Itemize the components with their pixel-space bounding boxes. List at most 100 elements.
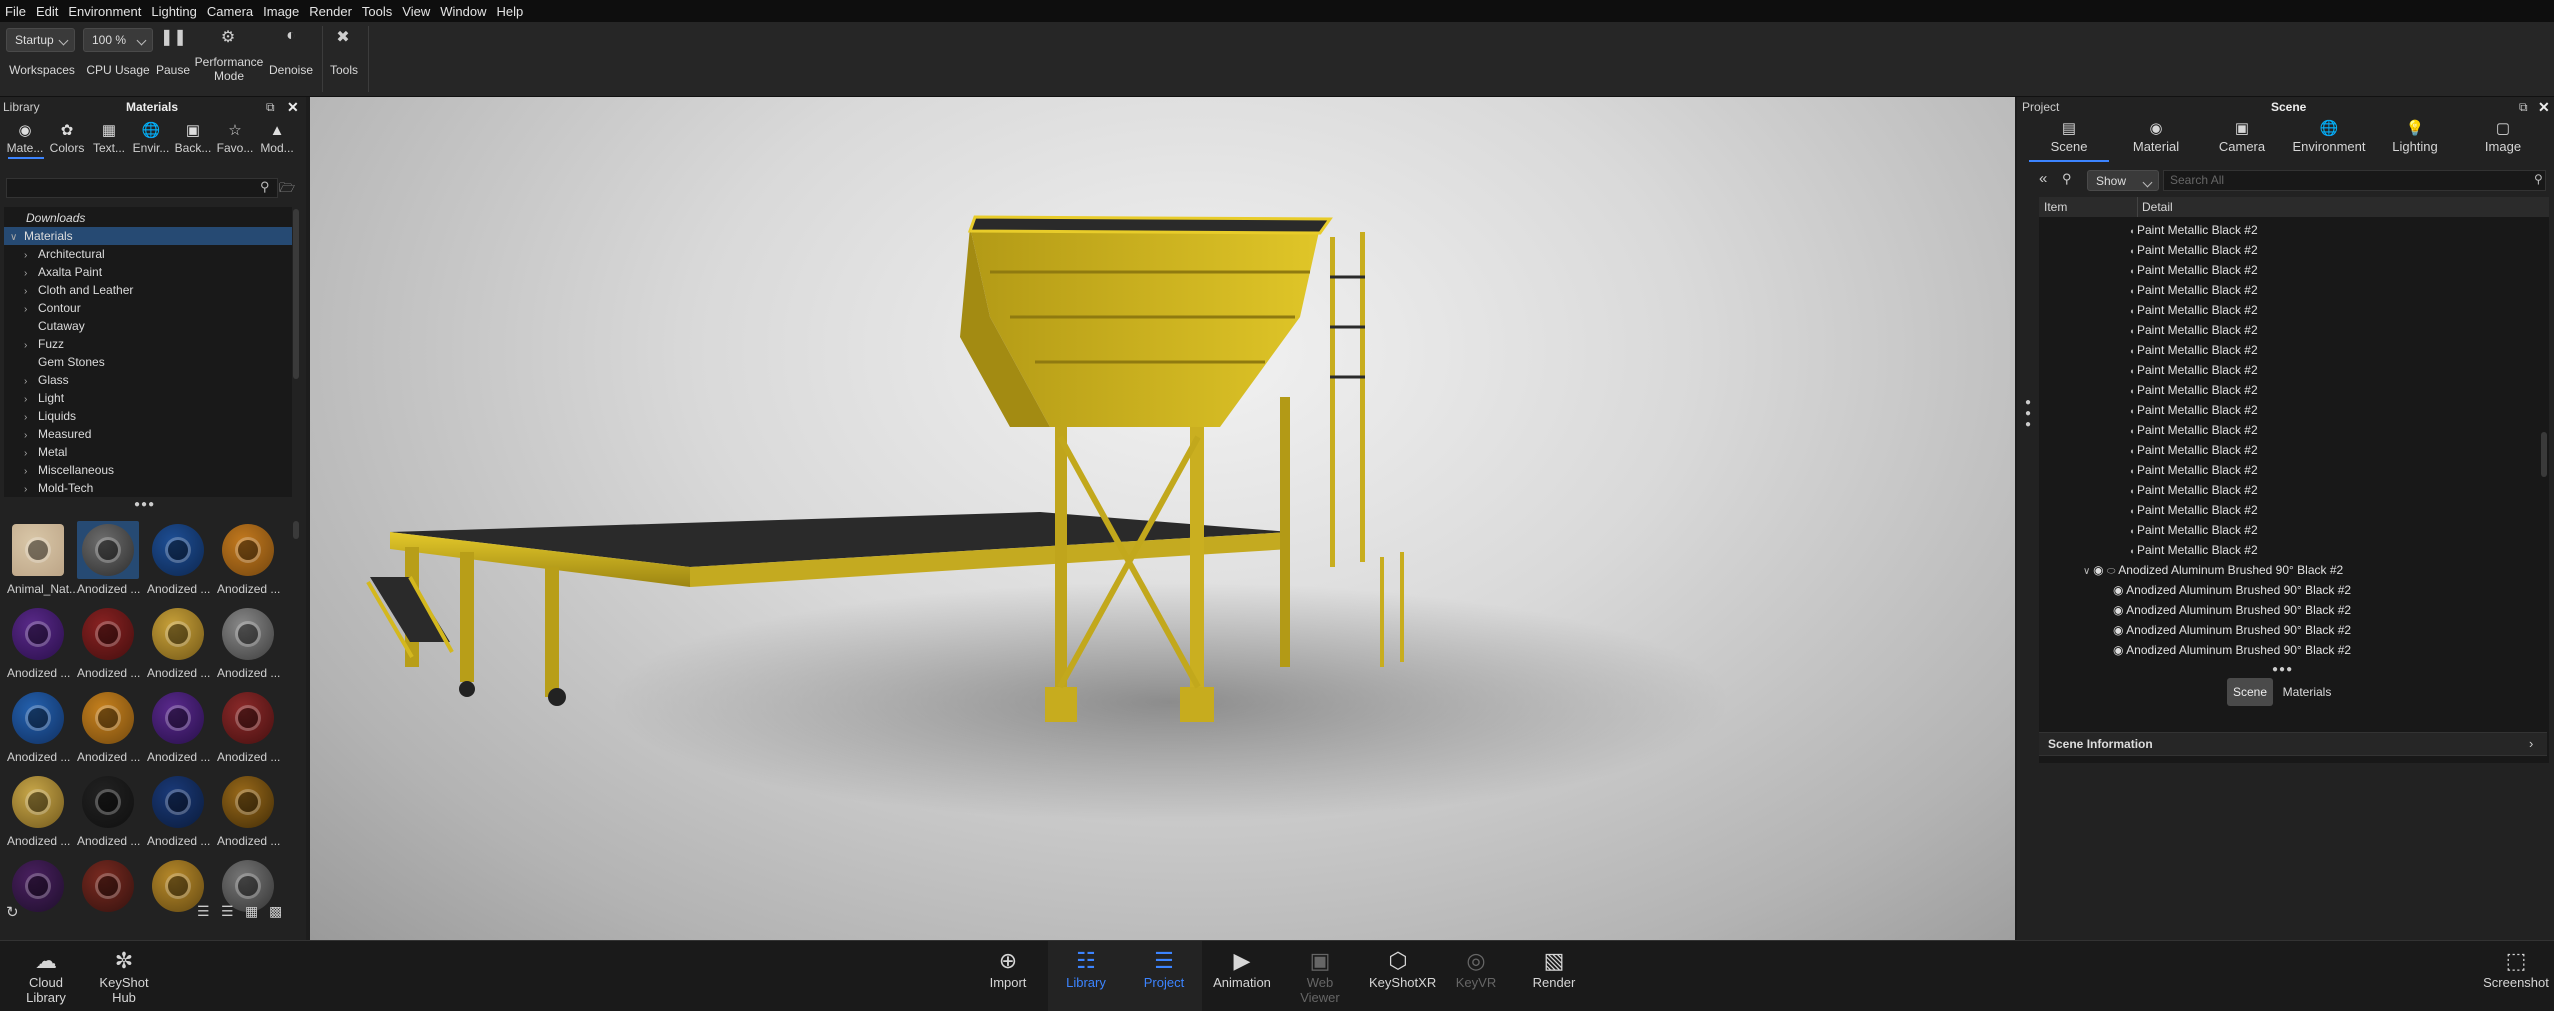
eye-icon[interactable]: ◉ (2093, 563, 2107, 577)
scene-row[interactable]: ◖ Paint Metallic Black #2 (2129, 400, 2258, 420)
pause-label[interactable]: Pause (156, 63, 190, 77)
tab-favorites[interactable]: ☆ Favo... (215, 121, 255, 155)
tab-scene[interactable]: ▤ Scene (2029, 119, 2109, 154)
material-thumbnail[interactable] (7, 773, 69, 831)
scene-row[interactable]: ◉ Anodized Aluminum Brushed 90° Black #2 (2113, 620, 2351, 640)
pause-icon[interactable]: ❚❚ (160, 27, 187, 47)
material-thumbnail[interactable] (147, 521, 209, 579)
keyshot-hub-button[interactable]: ✼ KeyShot Hub (98, 941, 150, 1011)
thumbs-scrollbar[interactable] (293, 521, 299, 539)
tree-item[interactable]: Cutaway (24, 317, 314, 335)
scene-row[interactable]: ◖ Paint Metallic Black #2 (2129, 520, 2258, 540)
scene-row[interactable]: ◖ Paint Metallic Black #2 (2129, 460, 2258, 480)
folder-search-icon[interactable]: 🗁 (279, 179, 295, 201)
large-grid-icon[interactable]: ▩ (269, 903, 282, 920)
scene-row[interactable]: ◖ Paint Metallic Black #2 (2129, 420, 2258, 440)
material-thumbnail[interactable] (147, 689, 209, 747)
material-thumbnail[interactable] (7, 689, 69, 747)
menu-image[interactable]: Image (258, 4, 304, 19)
detail-view-icon[interactable]: ☰ (221, 903, 234, 920)
menu-camera[interactable]: Camera (202, 4, 258, 19)
material-thumbnail[interactable] (217, 773, 279, 831)
tree-item[interactable]: › Metal (24, 443, 314, 461)
tree-item[interactable]: › Architectural (24, 245, 314, 263)
tab-camera[interactable]: ▣ Camera (2202, 119, 2282, 154)
scene-search-input[interactable]: Search All (2163, 170, 2546, 191)
show-select[interactable]: Show (2087, 170, 2159, 191)
tree-item[interactable]: › Mold-Tech (24, 479, 314, 497)
eye-icon[interactable]: ◉ (2113, 583, 2126, 597)
library-button[interactable]: ☷ Library (1057, 941, 1115, 1011)
scene-row[interactable]: ◖ Paint Metallic Black #2 (2129, 360, 2258, 380)
scene-row[interactable]: ◉ Anodized Aluminum Brushed 90° Black #2 (2113, 640, 2351, 660)
scene-row[interactable]: ◖ Paint Metallic Black #2 (2129, 280, 2258, 300)
scene-information-section[interactable]: Scene Information › (2039, 732, 2547, 756)
material-thumbnail[interactable] (77, 521, 139, 579)
tab-backplates[interactable]: ▣ Back... (173, 121, 213, 155)
chevron-down-icon[interactable]: ∨ (2083, 566, 2093, 577)
tab-environment[interactable]: 🌐 Environment (2289, 119, 2369, 154)
menu-view[interactable]: View (397, 4, 435, 19)
tab-materials[interactable]: ◉ Mate... (5, 121, 45, 155)
import-button[interactable]: ⊕ Import (979, 941, 1037, 1011)
scene-tree-scrollbar[interactable] (2541, 432, 2547, 477)
material-thumbnail[interactable] (7, 605, 69, 663)
undock-icon[interactable]: ⧉ (266, 100, 275, 115)
tree-materials-root[interactable]: ∨ Materials (4, 227, 292, 245)
tools-label[interactable]: Tools (326, 63, 362, 77)
material-thumbnail[interactable] (147, 605, 209, 663)
denoise-icon[interactable]: ◐ (278, 27, 304, 45)
scene-toggle-button[interactable]: Scene (2227, 678, 2273, 706)
menu-edit[interactable]: Edit (31, 4, 63, 19)
cpu-usage-select[interactable]: 100 % (83, 28, 153, 52)
scene-row[interactable]: ◖ Paint Metallic Black #2 (2129, 540, 2258, 560)
scene-row[interactable]: ◖ Paint Metallic Black #2 (2129, 480, 2258, 500)
tab-environments[interactable]: 🌐 Envir... (131, 121, 171, 155)
menu-file[interactable]: File (0, 4, 31, 19)
scene-row[interactable]: ◉ Anodized Aluminum Brushed 90° Black #2 (2113, 580, 2351, 600)
material-thumbnail[interactable] (147, 773, 209, 831)
material-thumbnail[interactable] (217, 689, 279, 747)
splitter-handle-icon[interactable]: ●●● (2272, 664, 2293, 675)
project-button[interactable]: ☰ Project (1135, 941, 1193, 1011)
material-thumbnail[interactable] (77, 605, 139, 663)
tab-colors[interactable]: ✿ Colors (47, 121, 87, 155)
menu-render[interactable]: Render (304, 4, 357, 19)
tree-item[interactable]: › Liquids (24, 407, 314, 425)
tree-item[interactable]: › Glass (24, 371, 314, 389)
eye-icon[interactable]: ◉ (2113, 623, 2126, 637)
tab-models[interactable]: ▲ Mod... (257, 121, 297, 155)
undock-icon[interactable]: ⧉ (2519, 100, 2528, 115)
keyshotxr-button[interactable]: ⬡ KeyShotXR (1369, 941, 1436, 1011)
col-item[interactable]: Item (2044, 197, 2067, 217)
tab-lighting[interactable]: 💡 Lighting (2375, 119, 2455, 154)
tree-item[interactable]: › Cloth and Leather (24, 281, 314, 299)
material-thumbnail[interactable] (217, 521, 279, 579)
tree-item[interactable]: › Axalta Paint (24, 263, 314, 281)
tab-material[interactable]: ◉ Material (2116, 119, 2196, 154)
search-icon[interactable]: ⚲ (2534, 172, 2543, 186)
tree-item[interactable]: › Measured (24, 425, 314, 443)
scene-row[interactable]: ◖ Paint Metallic Black #2 (2129, 340, 2258, 360)
tree-item[interactable]: › Miscellaneous (24, 461, 314, 479)
menu-help[interactable]: Help (491, 4, 528, 19)
tree-item[interactable]: › Contour (24, 299, 314, 317)
scene-row[interactable]: ◖ Paint Metallic Black #2 (2129, 220, 2258, 240)
keyvr-button[interactable]: ◎ KeyVR (1447, 941, 1505, 1011)
workspace-select[interactable]: Startup (6, 28, 75, 52)
menu-tools[interactable]: Tools (357, 4, 397, 19)
animation-button[interactable]: ▶ Animation (1213, 941, 1271, 1011)
tab-image[interactable]: ▢ Image (2463, 119, 2543, 154)
refresh-icon[interactable]: ↻ (6, 903, 19, 921)
tools-icon[interactable]: ✖ (330, 27, 356, 47)
side-handle-icon[interactable]: ● ● ● (2025, 397, 2031, 430)
render-button[interactable]: ▧ Render (1525, 941, 1583, 1011)
web-viewer-button[interactable]: ▣ Web Viewer (1291, 941, 1349, 1011)
scene-row[interactable]: ◖ Paint Metallic Black #2 (2129, 240, 2258, 260)
scene-row[interactable]: ◖ Paint Metallic Black #2 (2129, 380, 2258, 400)
scene-row[interactable]: ◖ Paint Metallic Black #2 (2129, 320, 2258, 340)
filter-icon[interactable]: ⚲ (2062, 171, 2072, 187)
scene-row[interactable]: ◉ Anodized Aluminum Brushed 90° Black #2 (2113, 600, 2351, 620)
tree-item[interactable]: Gem Stones (24, 353, 314, 371)
eye-icon[interactable]: ◉ (2113, 643, 2126, 657)
